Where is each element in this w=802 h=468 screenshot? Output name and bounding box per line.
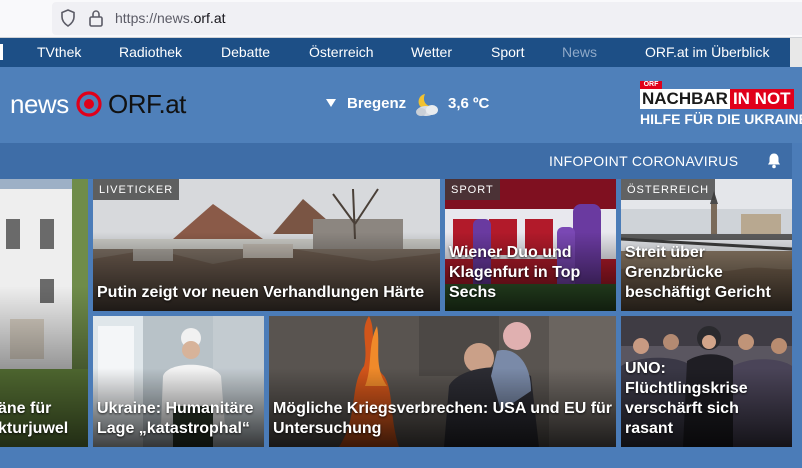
teaser-headline: Wiener Duo und Klagenfurt in Top Sechs [449, 244, 581, 301]
nav-item-news[interactable]: News [562, 44, 597, 60]
weather-city[interactable]: Bregenz [347, 95, 406, 112]
campaign-title: NACHBAR IN NOT [640, 89, 794, 109]
nav-item-debatte[interactable]: Debatte [221, 44, 270, 60]
nachbar-in-not-banner[interactable]: ORF NACHBAR IN NOT HILFE FÜR DIE UKRAINE [640, 81, 802, 129]
teaser-left-cropped[interactable]: äne für kturjuwel [0, 179, 88, 447]
campaign-word-in-not: IN NOT [729, 89, 794, 109]
teaser-ukraine-humanitarian[interactable]: Ukraine: Humanitäre Lage „katastrophal“ [93, 316, 264, 447]
teaser-tag: LIVETICKER [93, 179, 180, 200]
teaser-headline: Putin zeigt vor neuen Verhandlungen Härt… [97, 284, 425, 301]
nav-item-oesterreich[interactable]: Österreich [309, 44, 374, 60]
url-domain: orf.at [193, 10, 226, 26]
nav-divider [0, 44, 3, 60]
partly-cloudy-night-icon [416, 94, 438, 116]
teaser-headline: äne für kturjuwel [0, 399, 84, 439]
logo-orf-text: ORF.at [108, 89, 186, 119]
headline-line-2: kturjuwel [0, 420, 69, 437]
teaser-uno-refugees[interactable]: UNO: Flüchtlingskrise verschärft sich ra… [621, 316, 792, 447]
nav-item-sport[interactable]: Sport [491, 44, 524, 60]
scrollbar-track[interactable] [790, 38, 802, 67]
site-header: news ORF.at Bregenz 3,6 ºC ORF NACHBAR IN… [0, 67, 802, 143]
lock-icon[interactable] [88, 9, 104, 27]
info-bar: INFOPOINT CORONAVIRUS [0, 143, 792, 179]
teaser-headline: Streit über Grenzbrücke beschäftigt Geri… [625, 244, 771, 301]
teaser-putin[interactable]: LIVETICKER Putin zeigt vor neuen Verhand… [93, 179, 440, 311]
browser-toolbar: https://news.orf.at [0, 0, 802, 38]
teaser-headline: UNO: Flüchtlingskrise verschärft sich ra… [625, 360, 748, 437]
teaser-tag: ÖSTERREICH [621, 179, 716, 200]
nav-item-radiothek[interactable]: Radiothek [119, 44, 182, 60]
teaser-tag: SPORT [445, 179, 500, 200]
teaser-headline: Mögliche Kriegsverbrechen: USA und EU fü… [273, 400, 613, 437]
shield-icon[interactable] [60, 9, 76, 27]
weather-temperature: 3,6 ºC [448, 95, 490, 112]
orf-ring-icon [76, 91, 102, 117]
chevron-down-icon[interactable] [325, 98, 337, 108]
campaign-subtitle: HILFE FÜR DIE UKRAINE [640, 111, 802, 127]
teaser-sport[interactable]: SPORT Wiener Duo und Klagenfurt in Top S… [445, 179, 616, 311]
logo-news-text: news [10, 89, 69, 119]
teaser-headline: Ukraine: Humanitäre Lage „katastrophal“ [97, 400, 254, 437]
campaign-word-nachbar: NACHBAR [640, 89, 730, 109]
nav-item-tvthek[interactable]: TVthek [37, 44, 81, 60]
url-text[interactable]: https://news.orf.at [115, 10, 226, 26]
page-gutter [792, 143, 802, 468]
teaser-oesterreich[interactable]: ÖSTERREICH Streit über Grenzbrücke besch… [621, 179, 792, 311]
nav-item-wetter[interactable]: Wetter [411, 44, 452, 60]
nav-item-overview[interactable]: ORF.at im Überblick [645, 44, 769, 60]
headline-line-1: äne für [0, 400, 52, 417]
infopoint-coronavirus-link[interactable]: INFOPOINT CORONAVIRUS [549, 153, 738, 169]
bell-icon[interactable] [766, 152, 782, 169]
teaser-war-crimes[interactable]: Mögliche Kriegsverbrechen: USA und EU fü… [269, 316, 616, 447]
site-navigation: TVthek Radiothek Debatte Österreich Wett… [0, 38, 802, 67]
campaign-orf-tag: ORF [640, 81, 662, 89]
url-prefix: https://news. [115, 10, 194, 26]
